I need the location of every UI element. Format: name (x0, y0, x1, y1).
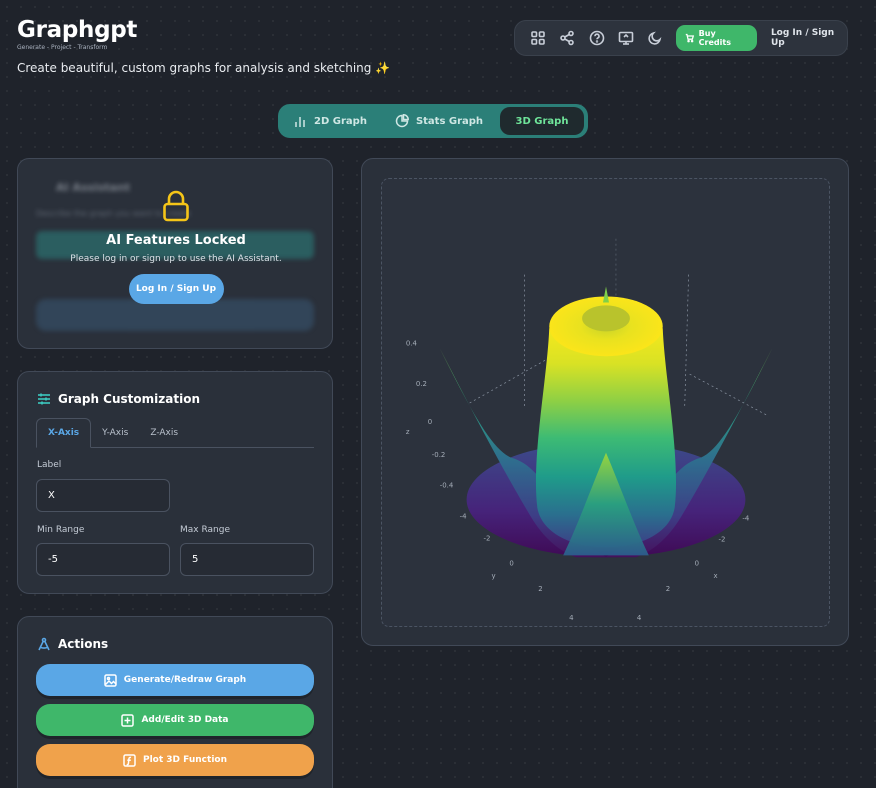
x-tick: -2 (718, 535, 725, 543)
surface-ring-hole (582, 305, 630, 332)
y-tick: -4 (460, 512, 468, 520)
x-tick: -4 (742, 514, 750, 522)
tab-2d-label: 2D Graph (314, 115, 367, 127)
y-axis-label: y (492, 572, 496, 580)
help-icon[interactable] (582, 23, 611, 53)
3d-surface-plot[interactable]: 0.4 0.2 0 -0.2 -0.4 z -4 -2 0 2 4 y -4 -… (382, 179, 829, 626)
share-icon[interactable] (552, 23, 581, 53)
z-tick: 0.4 (406, 339, 418, 347)
x-tick: 4 (637, 614, 642, 622)
app-description: Create beautiful, custom graphs for anal… (17, 61, 391, 75)
compass-icon (38, 637, 50, 651)
tab-stats-graph[interactable]: Stats Graph (382, 107, 496, 135)
brand: Graphgpt Generate - Project - Transform … (17, 16, 390, 75)
lock-icon (163, 190, 189, 222)
surface-top-spike (603, 286, 609, 303)
actions-header: Actions (37, 637, 108, 651)
ai-assistant-panel: AI Assistant Describe the graph you want… (17, 158, 333, 349)
min-range-input[interactable]: -5 (36, 543, 170, 576)
ai-locked-description: Please log in or sign up to use the AI A… (70, 254, 282, 264)
present-icon[interactable] (611, 23, 640, 53)
tab-3d-label: 3D Graph (515, 115, 569, 127)
x-axis-label: x (714, 572, 718, 580)
z-axis-label: z (406, 428, 410, 436)
max-range-label: Max Range (180, 525, 230, 535)
y-tick: 2 (538, 585, 542, 593)
z-tick: -0.2 (432, 451, 446, 459)
ai-lock-overlay: AI Features Locked Please log in or sign… (18, 189, 332, 304)
y-tick: -2 (484, 534, 491, 542)
buy-credits-button[interactable]: Buy Credits (676, 25, 757, 51)
plot-3d-function-button[interactable]: Plot 3D Function (36, 744, 314, 776)
y-tick: 4 (569, 614, 574, 622)
actions-panel: Actions Generate/Redraw Graph Add/Edit 3… (17, 616, 333, 788)
ai-login-button[interactable]: Log In / Sign Up (128, 274, 224, 304)
label-field-label: Label (37, 460, 62, 470)
generate-graph-button[interactable]: Generate/Redraw Graph (36, 664, 314, 696)
customization-title: Graph Customization (58, 392, 200, 406)
tab-3d-graph[interactable]: 3D Graph (500, 107, 584, 135)
axis-label-input[interactable]: X (36, 479, 170, 512)
tab-x-axis[interactable]: X-Axis (36, 418, 92, 448)
min-range-label: Min Range (37, 525, 85, 535)
graph-customization-panel: Graph Customization X-Axis Y-Axis Z-Axis… (17, 371, 333, 594)
cart-icon (685, 33, 695, 43)
login-signup-link[interactable]: Log In / Sign Up (771, 28, 847, 48)
app-tagline: Generate - Project - Transform (17, 44, 108, 51)
x-tick: 0 (695, 559, 699, 567)
graph-type-tabs: 2D Graph Stats Graph 3D Graph (278, 104, 588, 138)
tab-y-axis[interactable]: Y-Axis (91, 418, 139, 448)
pie-chart-icon (395, 114, 409, 128)
y-tick: 0 (509, 559, 513, 567)
plot-area[interactable]: 0.4 0.2 0 -0.2 -0.4 z -4 -2 0 2 4 y -4 -… (381, 178, 830, 627)
tab-2d-graph[interactable]: 2D Graph (282, 107, 378, 135)
tab-stats-label: Stats Graph (415, 115, 484, 127)
add-edit-3d-data-label: Add/Edit 3D Data (141, 715, 229, 725)
top-toolbar: Buy Credits Log In / Sign Up (514, 20, 848, 56)
z-tick: -0.4 (440, 482, 454, 490)
max-range-input[interactable]: 5 (180, 543, 314, 576)
axis-tabs: X-Axis Y-Axis Z-Axis (36, 418, 314, 448)
plus-square-icon (121, 713, 135, 727)
z-tick: 0.2 (416, 380, 427, 388)
image-icon (104, 673, 117, 687)
graph-display-panel: 0.4 0.2 0 -0.2 -0.4 z -4 -2 0 2 4 y -4 -… (361, 158, 849, 646)
customization-header: Graph Customization (37, 392, 200, 406)
x-tick: 2 (666, 585, 670, 593)
actions-title: Actions (58, 637, 109, 651)
function-icon (123, 753, 136, 767)
tab-z-axis[interactable]: Z-Axis (139, 418, 189, 448)
z-tick: 0 (428, 418, 432, 426)
sliders-icon (38, 393, 50, 405)
plot-3d-function-label: Plot 3D Function (143, 755, 227, 765)
ai-locked-title: AI Features Locked (106, 233, 246, 248)
app-title: Graphgpt (17, 17, 138, 43)
generate-graph-label: Generate/Redraw Graph (123, 675, 247, 685)
moon-icon[interactable] (641, 23, 670, 53)
add-edit-3d-data-button[interactable]: Add/Edit 3D Data (36, 704, 314, 736)
bar-chart-icon (295, 117, 305, 127)
buy-credits-label: Buy Credits (698, 29, 731, 47)
grid-icon[interactable] (523, 23, 552, 53)
